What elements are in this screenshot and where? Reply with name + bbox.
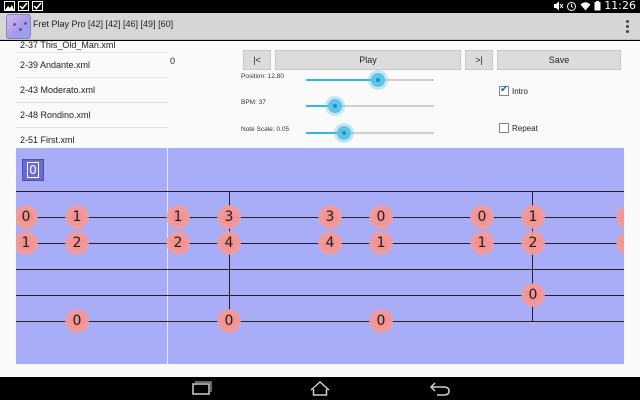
navigation-bar [0,377,640,400]
forward-button[interactable]: >| [465,50,493,70]
list-item[interactable]: 2-39 Andante.xml [16,53,168,78]
note-marker: 1 [470,231,494,255]
position-slider[interactable] [306,73,434,87]
note-marker: 3 [217,205,241,229]
note-marker: 2 [521,231,545,255]
note-marker: 0 [470,205,494,229]
note-scale-slider[interactable] [306,126,434,140]
string-line [16,321,624,322]
note-scale-slider-thumb[interactable] [337,126,352,140]
mute-icon [554,1,564,11]
rewind-button[interactable]: |< [243,50,271,70]
app-title: Fret Play Pro [42] [42] [46] [49] [60] [33,19,174,29]
list-item[interactable]: 2-37 This_Old_Man.xml [16,41,168,53]
bpm-slider[interactable] [306,99,434,113]
playhead-line [167,148,168,364]
bpm-slider-thumb[interactable] [328,99,343,113]
repeat-checkbox[interactable] [499,123,509,133]
home-icon[interactable] [305,380,335,397]
note-marker: 4 [318,231,342,255]
app-icon[interactable] [6,14,31,39]
note-marker: 0 [369,309,393,333]
note-marker: 3 [318,205,342,229]
note-marker: 1 [369,231,393,255]
action-bar: Fret Play Pro [42] [42] [46] [49] [60] [0,13,640,40]
intro-label: Intro [512,87,529,96]
note-marker: 0 [521,283,545,307]
checkbox-icon [32,1,43,11]
checkbox-icon [18,1,29,11]
note-marker: 2 [166,231,190,255]
back-icon[interactable] [425,380,455,397]
main-content: 2-37 This_Old_Man.xml 2-39 Andante.xml 2… [0,41,640,377]
note-marker [616,231,624,255]
position-label: Position: 12.80 [241,73,285,80]
note-marker: 1 [521,205,545,229]
bpm-label: BPM: 37 [241,99,266,106]
play-button[interactable]: Play [275,50,461,70]
clock: 11:26 [604,0,636,12]
alarm-icon [567,2,576,11]
fret-indicator: 0 [22,159,44,181]
note-marker [616,205,624,229]
battery-icon [594,1,601,11]
wifi-icon [580,2,591,11]
recents-icon[interactable] [186,380,216,397]
note-marker: 1 [16,231,38,255]
overflow-menu-icon[interactable] [626,20,630,34]
position-slider-thumb[interactable] [370,73,385,87]
note-marker: 0 [16,205,38,229]
note-marker: 0 [369,205,393,229]
position-value: 0 [170,56,176,66]
list-item[interactable]: 2-48 Rondino.xml [16,103,168,128]
note-scale-label: Note Scale: 0.05 [241,126,290,133]
repeat-label: Repeat [512,124,538,133]
status-bar: 11:26 [0,0,640,13]
image-icon [4,1,15,11]
screen: 11:26 Fret Play Pro [42] [42] [46] [49] … [0,0,640,400]
note-marker: 0 [65,309,89,333]
file-list[interactable]: 2-37 This_Old_Man.xml 2-39 Andante.xml 2… [16,41,168,148]
note-marker: 2 [65,231,89,255]
list-item[interactable]: 2-43 Moderato.xml [16,78,168,103]
note-marker: 4 [217,231,241,255]
intro-checkbox[interactable] [499,84,509,96]
note-marker: 1 [65,205,89,229]
save-button[interactable]: Save [497,50,621,70]
note-marker: 0 [217,309,241,333]
list-item[interactable]: 2-51 First.xml [16,128,168,148]
fretboard[interactable]: 0 0 1 1 3 3 0 0 1 1 2 2 4 4 1 1 2 0 0 0 [16,148,624,364]
note-marker: 1 [166,205,190,229]
